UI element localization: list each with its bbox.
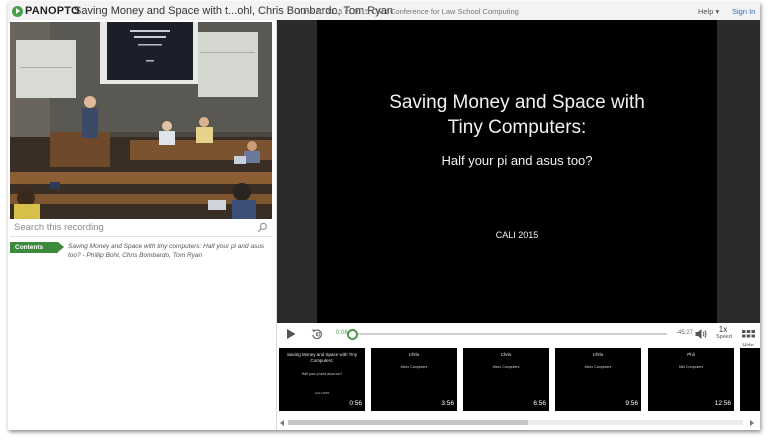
thumbnail[interactable]: Phil Mini Computers 12:56 <box>648 348 734 411</box>
thumbnail-title: Chris <box>408 352 420 357</box>
search-icon[interactable] <box>257 222 268 233</box>
progress-scrubber[interactable] <box>346 329 358 340</box>
thumbnail-strip: Saving Money and Space with Tiny Compute… <box>277 346 760 416</box>
thumbnail-title: Phil <box>687 352 695 357</box>
thumbnail-title: Chris <box>500 352 512 357</box>
thumbnail[interactable]: Chris Micro Computers 9:56 <box>555 348 641 411</box>
sign-in-link[interactable]: Sign In <box>732 7 755 16</box>
slide-footer: CALI 2015 <box>495 230 539 240</box>
progress-bar[interactable] <box>346 329 667 340</box>
thumbnail-subtitle: Mini Computers <box>678 365 704 369</box>
contents-section: Contents Saving Money and Space with tin… <box>10 242 272 272</box>
thumbnail-time: 9:56 <box>625 400 638 407</box>
thumbnail-subtitle: Half your pi and asus too? <box>301 372 343 376</box>
main-panel: Saving Money and Space with Tiny Compute… <box>277 20 760 430</box>
thumbnail-time: 12:56 <box>714 400 731 407</box>
thumbnails-grid-icon <box>741 330 755 338</box>
slide-title-line-2: Tiny Computers: <box>447 117 587 138</box>
remaining-time: -45:27 <box>676 330 694 336</box>
panopto-play-icon <box>12 5 23 17</box>
rewind-icon[interactable] <box>311 328 323 340</box>
help-menu[interactable]: Help ▾ <box>698 7 719 16</box>
thumbnail-subtitle: Micro Computers <box>400 365 428 369</box>
scroll-left-icon[interactable] <box>280 420 284 426</box>
thumbnail-time: 6:56 <box>533 400 546 407</box>
lecture-room-video-frame <box>10 22 272 219</box>
slide-title-line-1: Saving Money and Space with <box>389 92 645 113</box>
thumbnail-time: 0:56 <box>349 400 362 407</box>
slide: Saving Money and Space with Tiny Compute… <box>317 20 717 323</box>
speed-control[interactable]: 1x Speed <box>716 325 732 341</box>
thumbnail-subtitle: Micro Computers <box>584 365 612 369</box>
session-subtitle: June 20 2015 in 2015 CALI Conference for… <box>297 7 519 16</box>
volume-icon[interactable] <box>695 328 708 340</box>
thumbnail[interactable]: Saving Money and Space with Tiny Compute… <box>279 348 365 411</box>
app-window: PANOPTO Saving Money and Space with t...… <box>8 2 760 430</box>
panopto-logo[interactable]: PANOPTO <box>12 5 80 17</box>
slide-title: Saving Money and Space with Tiny Compute… <box>317 90 717 140</box>
tab-contents[interactable]: Contents <box>10 242 64 253</box>
slide-subtitle: Half your pi and asus too? <box>441 153 593 168</box>
thumbnail[interactable]: Chris Micro Computers 6:56 <box>463 348 549 411</box>
thumbnail[interactable]: Chris Micro Computers 3:56 <box>371 348 457 411</box>
play-icon[interactable] <box>286 329 296 339</box>
thumbnail-title: Chris <box>592 352 604 357</box>
scrollbar-thumb[interactable] <box>288 420 528 425</box>
toc-entry[interactable]: Saving Money and Space with tiny compute… <box>68 242 268 260</box>
logo-text: PANOPTO <box>25 5 80 17</box>
current-time: 0:08 <box>336 330 348 336</box>
thumbnail-subtitle: Micro Computers <box>492 365 520 369</box>
scrollbar-track[interactable] <box>288 420 743 425</box>
slide-viewer[interactable]: Saving Money and Space with Tiny Compute… <box>277 20 760 323</box>
search-input[interactable] <box>14 220 244 234</box>
left-panel: Contents Saving Money and Space with tin… <box>8 20 277 430</box>
thumbnail-title: Saving Money and Space with Tiny Compute… <box>286 352 358 363</box>
search-bar <box>10 219 272 237</box>
thumbnail-time: 3:56 <box>441 400 454 407</box>
thumbnail-scrollbar[interactable] <box>277 417 760 428</box>
speed-label: Speed <box>716 334 732 340</box>
scroll-right-icon[interactable] <box>750 420 754 426</box>
player-controls: 0:08 -45:27 1x Speed <box>277 323 760 349</box>
presenter-video[interactable] <box>10 22 272 219</box>
thumbnail-partial[interactable] <box>740 348 760 411</box>
thumbnail-footer: CALI 2015 <box>314 391 330 395</box>
speed-value: 1x <box>718 325 728 334</box>
header-bar: PANOPTO Saving Money and Space with t...… <box>8 2 760 21</box>
